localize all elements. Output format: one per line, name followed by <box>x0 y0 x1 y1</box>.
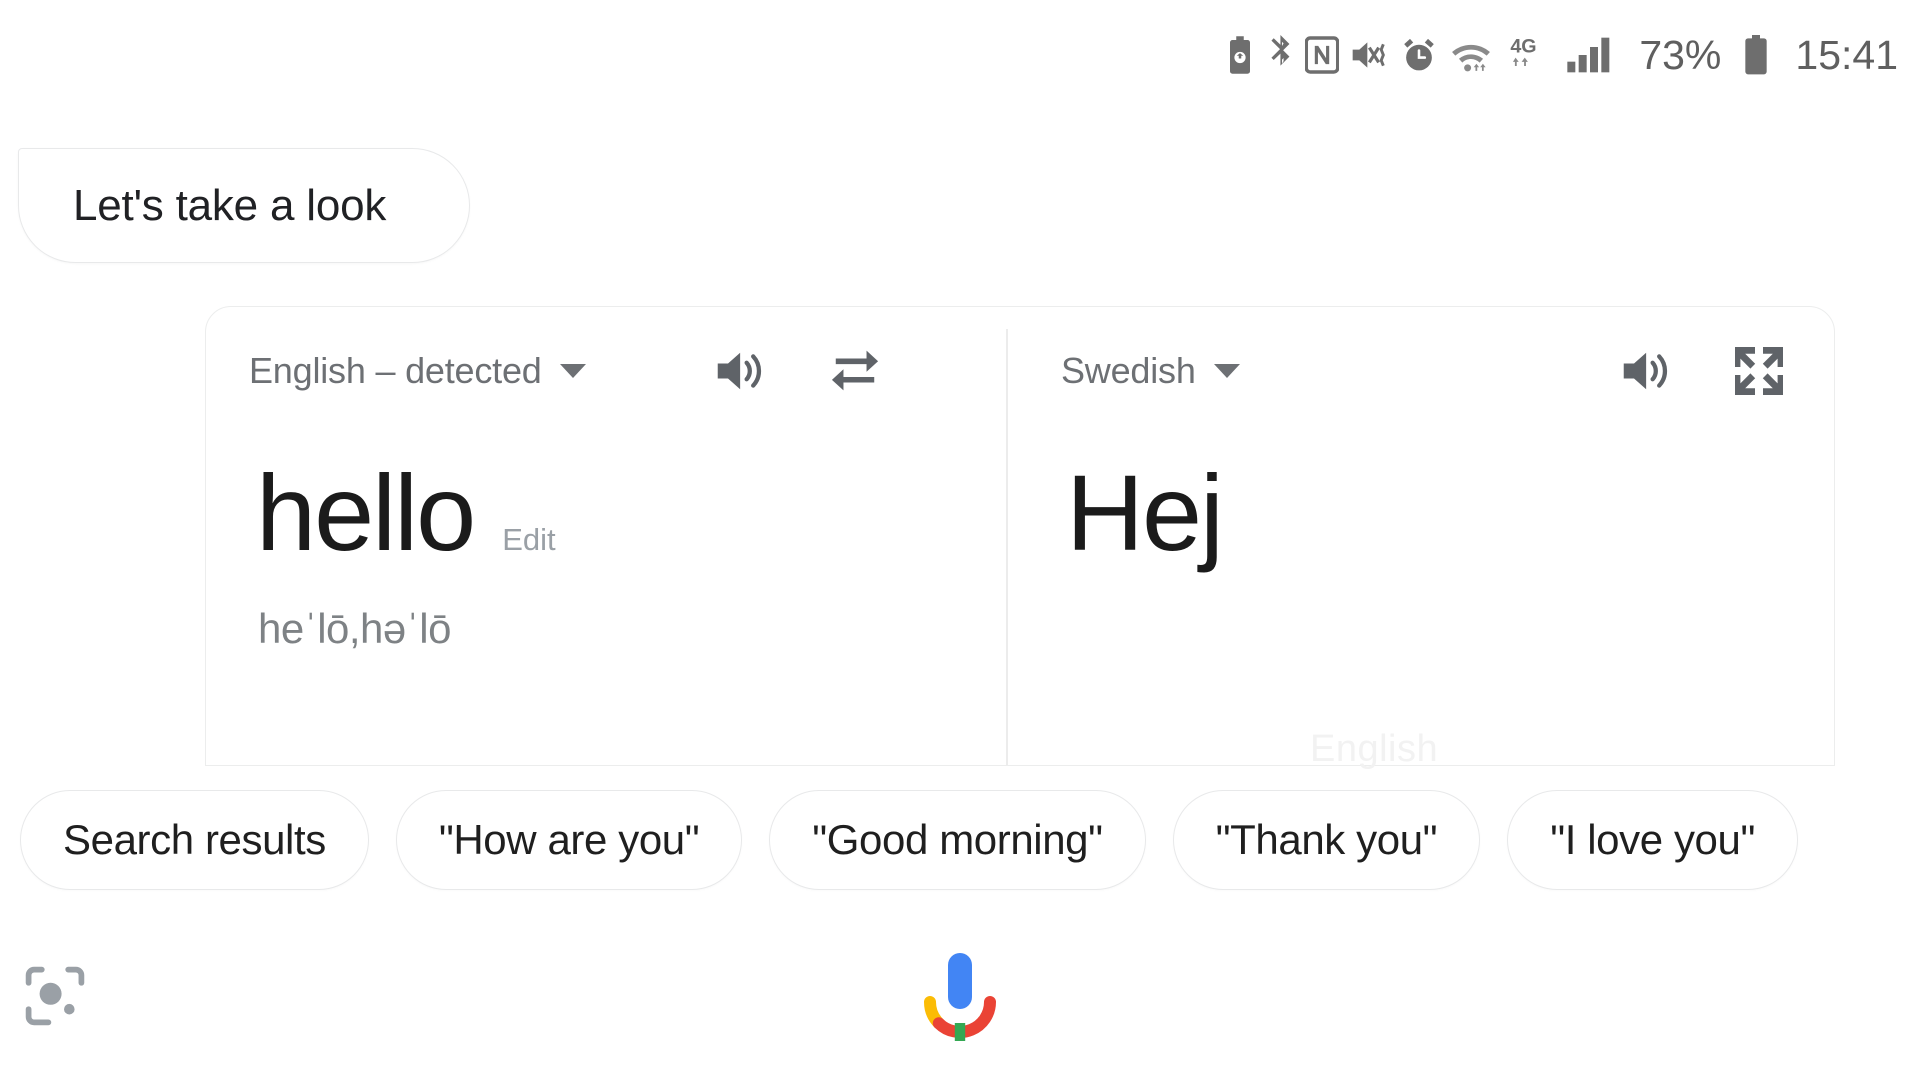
google-microphone-icon <box>914 949 1006 1052</box>
clipped-card-text: English <box>1310 728 1439 770</box>
svg-text:4G: 4G <box>1511 35 1537 57</box>
nfc-icon <box>1305 36 1340 74</box>
source-language-label: English – detected <box>249 350 542 391</box>
status-icons-group: 4G 73% 15:41 <box>1225 31 1898 78</box>
translate-card: English – detected hello Edit heˈlō,həˈl… <box>205 306 1835 766</box>
chevron-down-icon <box>559 364 586 378</box>
chip-label: "How are you" <box>438 816 700 863</box>
target-language-selector[interactable]: Swedish <box>1061 350 1240 392</box>
target-pane: Swedish Hej <box>1008 307 1834 765</box>
source-text-block: hello Edit <box>256 459 556 567</box>
battery-percent-label: 73% <box>1639 31 1722 78</box>
chip-thank-you[interactable]: "Thank you" <box>1172 790 1481 890</box>
source-header-actions <box>714 345 884 397</box>
status-bar: 4G 73% 15:41 <box>0 0 1920 110</box>
source-language-selector[interactable]: English – detected <box>249 350 586 392</box>
bottom-bar <box>0 930 1920 1080</box>
source-header: English – detected <box>206 341 1006 401</box>
target-header-actions <box>1620 343 1788 399</box>
google-lens-icon <box>22 963 88 1032</box>
chip-label: "Thank you" <box>1215 816 1438 863</box>
bluetooth-icon <box>1266 35 1294 75</box>
network-type-icon: 4G <box>1509 35 1551 75</box>
chip-label: "Good morning" <box>812 816 1103 863</box>
chip-i-love-you[interactable]: "I love you" <box>1507 790 1798 890</box>
chip-label: "I love you" <box>1550 816 1755 863</box>
chip-good-morning[interactable]: "Good morning" <box>769 790 1146 890</box>
chip-label: Search results <box>63 816 326 863</box>
assistant-response-bubble: Let's take a look <box>18 148 470 263</box>
fullscreen-expand-icon[interactable] <box>1730 343 1788 399</box>
source-phonetic: heˈlō,həˈlō <box>258 605 451 652</box>
wifi-icon <box>1448 36 1494 74</box>
battery-saver-icon <box>1225 36 1255 74</box>
chevron-down-icon <box>1213 364 1240 378</box>
target-language-label: Swedish <box>1061 350 1196 391</box>
battery-full-icon <box>1742 35 1770 75</box>
alarm-icon <box>1401 36 1437 74</box>
target-header: Swedish <box>1008 341 1834 401</box>
google-lens-button[interactable] <box>20 962 90 1032</box>
status-clock: 15:41 <box>1795 31 1898 78</box>
voice-search-button[interactable] <box>910 950 1010 1050</box>
edit-source-button[interactable]: Edit <box>502 522 555 558</box>
cellular-signal-icon <box>1566 36 1614 74</box>
source-speaker-icon[interactable] <box>714 345 770 397</box>
target-speaker-icon[interactable] <box>1620 345 1676 397</box>
source-text: hello <box>256 452 476 573</box>
chip-how-are-you[interactable]: "How are you" <box>395 790 743 890</box>
target-text: Hej <box>1066 452 1224 573</box>
chip-search-results[interactable]: Search results <box>20 790 369 890</box>
screen-root: 4G 73% 15:41 Let's take a look English –… <box>0 0 1920 1080</box>
volume-mute-vibrate-icon <box>1350 37 1390 73</box>
suggestion-chips: Search results "How are you" "Good morni… <box>20 790 1798 890</box>
swap-languages-button[interactable] <box>826 346 884 396</box>
source-pane: English – detected hello Edit heˈlō,həˈl… <box>206 307 1006 765</box>
assistant-response-text: Let's take a look <box>73 180 387 230</box>
target-text-block: Hej <box>1066 452 1224 573</box>
